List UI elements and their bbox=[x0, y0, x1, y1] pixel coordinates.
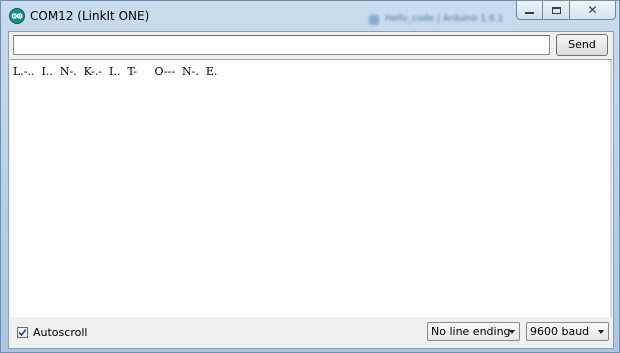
autoscroll-checkbox[interactable] bbox=[17, 327, 28, 338]
baud-rate-value: 9600 baud bbox=[530, 325, 590, 338]
window-title: COM12 (LinkIt ONE) bbox=[30, 9, 150, 23]
baud-rate-select[interactable]: 9600 baud bbox=[526, 322, 609, 341]
send-input[interactable] bbox=[13, 35, 550, 55]
serial-monitor-window: COM12 (LinkIt ONE) Hello_code | Arduino … bbox=[0, 0, 620, 353]
title-bar[interactable]: COM12 (LinkIt ONE) Hello_code | Arduino … bbox=[1, 1, 619, 32]
background-window-title: Hello_code | Arduino 1.6.1 bbox=[385, 14, 504, 24]
monitor-client-area: Send L.-.. I.. N-. K-.- I.. T- O--- N-. … bbox=[8, 31, 614, 349]
serial-output[interactable]: L.-.. I.. N-. K-.- I.. T- O--- N-. E. bbox=[10, 59, 612, 343]
caption-buttons: ✕ bbox=[516, 1, 616, 21]
line-ending-select[interactable]: No line ending bbox=[427, 322, 520, 341]
arduino-icon bbox=[9, 8, 25, 24]
background-taskbar-preview: Hello_code | Arduino 1.6.1 bbox=[363, 10, 515, 32]
checkmark-icon bbox=[18, 329, 27, 337]
autoscroll-label: Autoscroll bbox=[33, 326, 88, 339]
send-button[interactable]: Send bbox=[556, 34, 608, 56]
footer-bar: Autoscroll No line ending 9600 baud bbox=[9, 317, 613, 348]
chevron-down-icon bbox=[598, 330, 604, 334]
close-icon: ✕ bbox=[587, 3, 598, 17]
autoscroll-toggle[interactable]: Autoscroll bbox=[17, 326, 87, 339]
close-button[interactable]: ✕ bbox=[570, 1, 616, 20]
maximize-button[interactable] bbox=[543, 1, 570, 20]
output-line: L.-.. I.. N-. K-.- I.. T- O--- N-. E. bbox=[13, 65, 218, 78]
arduino-icon-faded bbox=[369, 15, 379, 25]
minimize-icon bbox=[525, 12, 534, 14]
minimize-button[interactable] bbox=[516, 1, 543, 20]
chevron-down-icon bbox=[509, 330, 515, 334]
maximize-icon bbox=[551, 6, 561, 14]
scrollbar-edge[interactable] bbox=[610, 60, 612, 342]
line-ending-value: No line ending bbox=[431, 325, 511, 338]
